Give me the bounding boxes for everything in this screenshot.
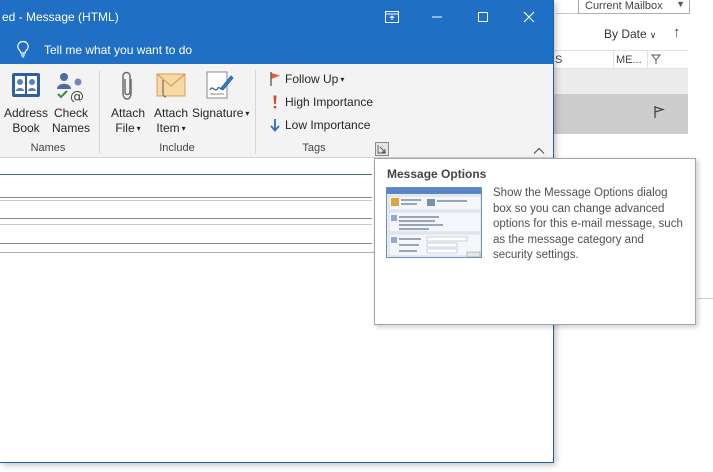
include-group-label: Include (159, 142, 195, 154)
sort-label: By Date (604, 27, 647, 41)
flag-column-icon[interactable] (650, 54, 662, 68)
caret-down-icon: ▾ (181, 124, 186, 134)
divider (697, 298, 713, 299)
close-icon (523, 11, 535, 23)
message-options-launcher-button[interactable] (375, 142, 389, 156)
address-book-icon (10, 70, 42, 104)
flag-icon[interactable] (653, 105, 666, 122)
tags-group-label: Tags (302, 142, 326, 154)
window-title: ed - Message (HTML) (2, 10, 119, 24)
minimize-button[interactable] (414, 0, 460, 33)
attach-item-label-line2: Item ▾ (156, 121, 186, 135)
signature-label: Signature ▾ (192, 106, 250, 120)
message-options-dialog-preview-image (386, 187, 482, 258)
attach-item-button[interactable]: Attach Item ▾ (150, 64, 192, 140)
ribbon-display-icon (385, 11, 399, 23)
tooltip-description: Show the Message Options dialog box so y… (493, 187, 683, 261)
dialog-launcher-icon (377, 145, 386, 154)
address-book-label-line2: Book (12, 121, 40, 135)
tell-me-bar[interactable]: Tell me what you want to do (0, 33, 553, 64)
sort-direction-up-icon[interactable]: ↑ (673, 24, 681, 41)
chevron-down-icon: ∨ (649, 30, 657, 40)
column-header-subject[interactable]: S (555, 54, 562, 66)
down-arrow-icon (268, 117, 282, 133)
exclamation-icon (268, 94, 282, 110)
mailbox-scope-dropdown[interactable]: Current Mailbox ▼ (578, 0, 690, 14)
signature-icon (204, 70, 234, 106)
svg-text:@: @ (70, 89, 84, 102)
subject-field-line[interactable] (0, 243, 372, 244)
attach-file-button[interactable]: Attach File ▾ (106, 64, 150, 140)
column-divider (647, 51, 648, 69)
mailbox-scope-label: Current Mailbox (585, 0, 663, 12)
tell-me-text: Tell me what you want to do (44, 43, 193, 57)
ribbon: Address Book @ Check Names Names Attach … (0, 64, 553, 158)
collapse-ribbon-button[interactable] (533, 144, 545, 158)
check-names-label-line1: Check (53, 106, 88, 120)
message-list-column-headers: S ME... (553, 50, 688, 69)
paperclip-icon (119, 70, 137, 106)
to-field-line[interactable] (0, 174, 372, 175)
check-names-button[interactable]: @ Check Names (50, 64, 92, 140)
group-divider (99, 70, 100, 154)
tooltip-title: Message Options (387, 167, 487, 181)
attach-item-label-line1: Attach (153, 106, 189, 120)
message-options-tooltip: Message Options Show the Message Options… (374, 158, 696, 325)
lightbulb-icon (16, 40, 30, 61)
attach-file-label-line2: File ▾ (115, 121, 141, 135)
names-group-label: Names (30, 142, 66, 154)
maximize-button[interactable] (460, 0, 506, 33)
title-bar[interactable]: ed - Message (HTML) (0, 0, 553, 33)
close-button[interactable] (506, 0, 552, 33)
chevron-down-icon: ▼ (676, 0, 685, 9)
cc-field-line[interactable] (0, 197, 372, 198)
address-book-label-line1: Address (3, 106, 49, 120)
chevron-up-icon (533, 147, 545, 154)
check-names-icon: @ (54, 70, 88, 106)
low-importance-label: Low Importance (285, 118, 371, 132)
check-names-label-line2: Names (51, 121, 90, 135)
field-divider (0, 224, 372, 225)
caret-down-icon: ▾ (340, 75, 345, 85)
group-divider (255, 70, 256, 154)
caret-down-icon: ▾ (245, 109, 250, 119)
high-importance-label: High Importance (285, 95, 374, 109)
maximize-icon (478, 12, 488, 22)
column-header-mention[interactable]: ME... (616, 54, 642, 66)
message-list-group-header[interactable] (553, 69, 688, 94)
follow-up-label: Follow Up ▾ (285, 72, 345, 86)
field-divider (0, 200, 372, 201)
ribbon-display-options-button[interactable] (368, 0, 414, 33)
signature-button[interactable]: Signature ▾ (192, 64, 250, 140)
column-divider (613, 51, 614, 69)
address-book-button[interactable]: Address Book (2, 64, 50, 140)
minimize-icon (432, 16, 442, 18)
selected-message-row[interactable] (553, 94, 688, 134)
search-box-edge[interactable] (556, 0, 578, 14)
caret-down-icon: ▾ (136, 124, 141, 134)
sort-by-date-button[interactable]: By Date ∨ (604, 27, 656, 41)
attach-file-label-line1: Attach (110, 106, 146, 120)
envelope-icon (155, 70, 187, 104)
bcc-field-line[interactable] (0, 218, 372, 219)
flag-icon (268, 71, 282, 87)
